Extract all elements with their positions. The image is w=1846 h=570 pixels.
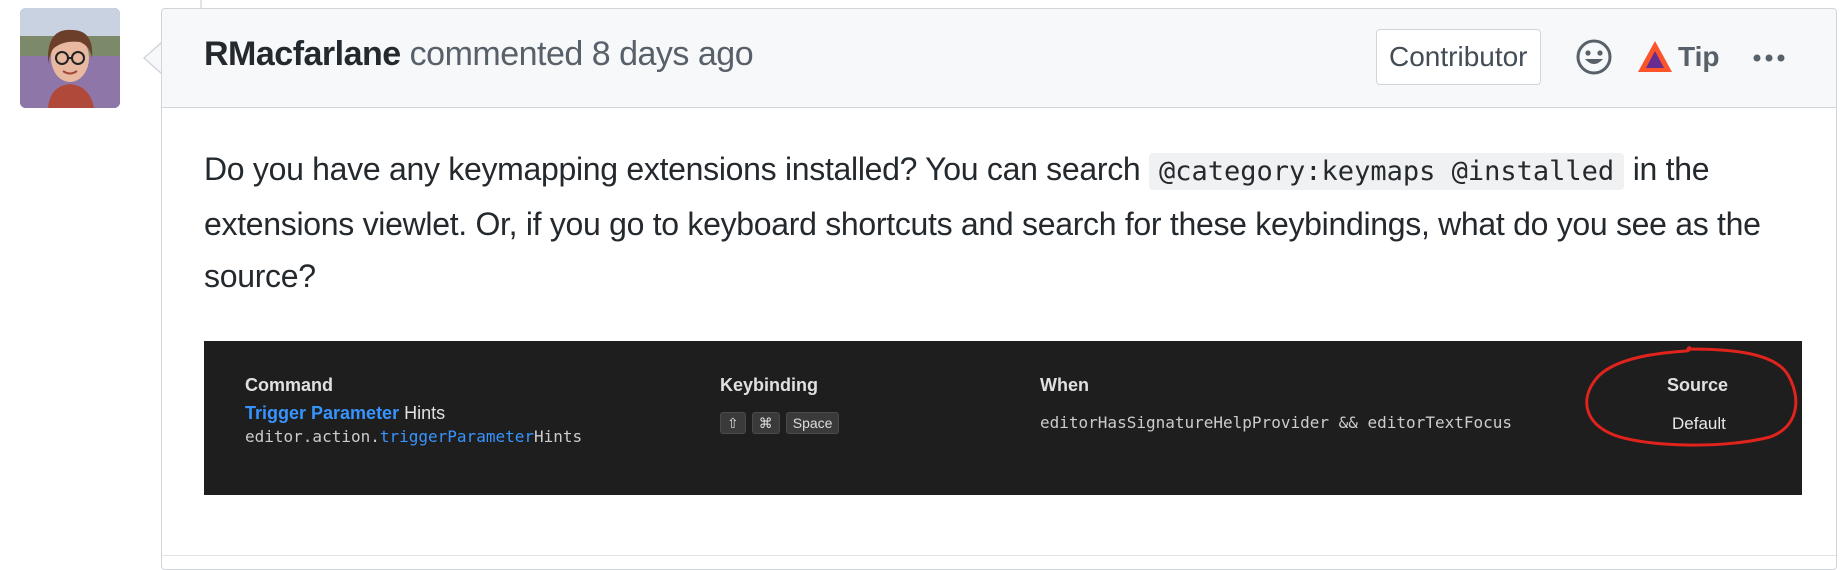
contributor-badge: Contributor (1376, 29, 1541, 85)
comment-box: RMacfarlane commented 8 days ago Contrib… (161, 8, 1837, 570)
comment-header: RMacfarlane commented 8 days ago Contrib… (162, 9, 1836, 108)
header-when: When (1040, 375, 1089, 395)
brave-tip-icon (1638, 41, 1672, 72)
embedded-screenshot: Command Keybinding When Source Trigger P… (204, 341, 1802, 495)
avatar[interactable] (20, 8, 120, 108)
command-id-prefix: editor.action. (245, 427, 380, 446)
command-id-highlight: triggerParameter (379, 427, 534, 446)
key-command: ⌘ (751, 412, 780, 434)
avatar-image (20, 8, 120, 108)
header-keybinding: Keybinding (720, 375, 818, 395)
body-text-start: Do you have any keymapping extensions in… (204, 151, 1149, 187)
inline-code: @category:keymaps @installed (1149, 153, 1625, 190)
author-link[interactable]: RMacfarlane (204, 35, 401, 73)
keybinding-keys: ⇧ ⌘ Space (720, 412, 840, 434)
header-command: Command (245, 375, 334, 395)
comment-footer-divider (162, 555, 1836, 556)
tip-label: Tip (1678, 41, 1720, 72)
comment-timestamp[interactable]: 8 days ago (592, 35, 754, 73)
comment-caret-inner (145, 43, 162, 73)
comment-header-text: RMacfarlane commented 8 days ago (204, 35, 754, 74)
command-title-rest: Hints (399, 403, 446, 423)
kebab-horizontal-icon[interactable] (1752, 53, 1786, 63)
when-clause: editorHasSignatureHelpProvider && editor… (1040, 413, 1513, 432)
command-id-suffix: Hints (533, 427, 583, 446)
comment-action: commented (409, 35, 584, 73)
tip-button[interactable]: Tip (1636, 35, 1719, 79)
smiley-icon[interactable] (1574, 37, 1614, 77)
command-id: editor.action.triggerParameterHints (245, 427, 582, 446)
command-title: Trigger Parameter Hints (245, 403, 445, 424)
key-shift: ⇧ (720, 412, 746, 434)
comment-body: Do you have any keymapping extensions in… (204, 143, 1804, 302)
annotation-circle-icon (1585, 346, 1798, 447)
key-space: Space (785, 412, 840, 434)
command-title-highlight: Trigger Parameter (245, 403, 400, 423)
